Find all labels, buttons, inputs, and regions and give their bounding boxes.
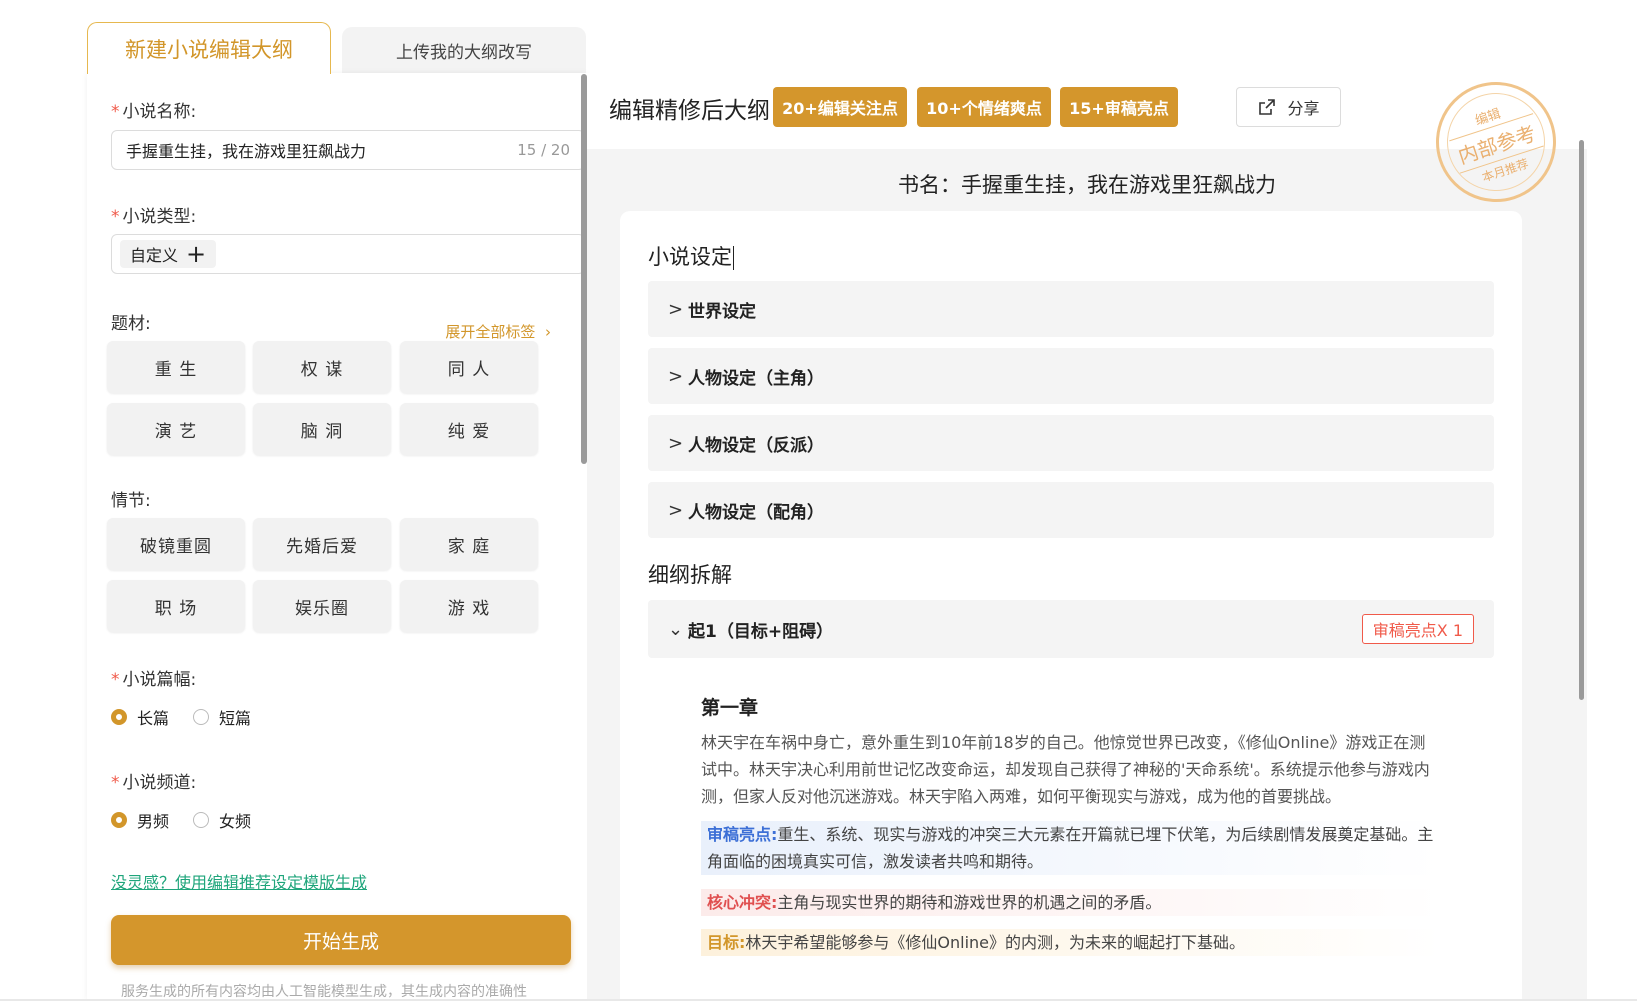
theme-tag[interactable]: 纯 爱 bbox=[400, 403, 538, 455]
custom-type-chip[interactable]: 自定义 + bbox=[120, 240, 217, 268]
plot-tag[interactable]: 娱乐圈 bbox=[253, 580, 391, 632]
radio-label: 短篇 bbox=[219, 709, 252, 728]
accordion-label: 起1（目标+阻碍） bbox=[688, 621, 834, 642]
channel-label: * 小说频道: bbox=[111, 773, 197, 793]
share-label: 分享 bbox=[1287, 99, 1320, 118]
radio-male[interactable]: 男频 bbox=[111, 808, 169, 832]
accordion-label: 世界设定 bbox=[688, 301, 756, 322]
radio-dot bbox=[111, 709, 127, 725]
chevron-right-icon: > bbox=[668, 499, 684, 521]
radio-label: 长篇 bbox=[137, 709, 170, 728]
highlight-text: 重生、系统、现实与游戏的冲突三大元素在开篇就已埋下伏笔，为后续剧情发展奠定基础。… bbox=[707, 825, 1434, 871]
accordion-label: 人物设定（配角） bbox=[688, 502, 824, 523]
generate-button[interactable]: 开始生成 bbox=[111, 915, 571, 965]
tab-new-outline[interactable]: 新建小说编辑大纲 bbox=[87, 22, 331, 80]
expand-all-tags-link[interactable]: 展开全部标签 › bbox=[445, 321, 551, 342]
settings-heading: 小说设定 bbox=[648, 245, 734, 270]
template-suggest-link[interactable]: 没灵感？使用编辑推荐设定模版生成 bbox=[111, 869, 367, 893]
accordion-world[interactable]: > 世界设定 bbox=[648, 281, 1494, 337]
theme-label: 题材: bbox=[111, 314, 151, 334]
chevron-right-icon: > bbox=[668, 432, 684, 454]
accordion-protagonist[interactable]: > 人物设定（主角） bbox=[648, 348, 1494, 404]
accordion-section-1[interactable]: ⌄ 起1（目标+阻碍） 审稿亮点X 1 bbox=[648, 600, 1494, 658]
radio-long[interactable]: 长篇 bbox=[111, 705, 169, 729]
badge-editor-focus: 20+编辑关注点 bbox=[773, 87, 907, 127]
share-button[interactable]: 分享 bbox=[1236, 87, 1341, 127]
review-highlight-tag: 审稿亮点X 1 bbox=[1361, 614, 1474, 644]
chevron-down-icon: ⌄ bbox=[668, 618, 684, 640]
accordion-label: 人物设定（主角） bbox=[688, 368, 824, 389]
tab-upload-outline[interactable]: 上传我的大纲改写 bbox=[342, 27, 586, 74]
chapter-title: 第一章 bbox=[701, 697, 759, 719]
novel-name-input[interactable]: 手握重生挂，我在游戏里狂飙战力 15 / 20 bbox=[111, 130, 585, 170]
plot-tag[interactable]: 家 庭 bbox=[400, 518, 538, 570]
theme-tag[interactable]: 同 人 bbox=[400, 341, 538, 393]
left-form-panel: * 小说名称: 手握重生挂，我在游戏里狂飙战力 15 / 20 * 小说类型: 自定… bbox=[87, 73, 587, 1001]
theme-tag[interactable]: 脑 洞 bbox=[253, 403, 391, 455]
badge-review: 15+审稿亮点 bbox=[1060, 87, 1178, 127]
accordion-villain[interactable]: > 人物设定（反派） bbox=[648, 415, 1494, 471]
chevron-right-icon: > bbox=[668, 298, 684, 320]
chevron-right-icon: › bbox=[540, 323, 551, 341]
theme-tag[interactable]: 权 谋 bbox=[253, 341, 391, 393]
highlight-block: 审稿亮点:重生、系统、现实与游戏的冲突三大元素在开篇就已埋下伏笔，为后续剧情发展… bbox=[701, 821, 1441, 875]
theme-tag[interactable]: 重 生 bbox=[107, 341, 245, 393]
goal-text: 林天宇希望能够参与《修仙Online》的内测，为未来的崛起打下基础。 bbox=[745, 933, 1246, 952]
disclaimer-text: 服务生成的所有内容均由人工智能模型生成，其生成内容的准确性 bbox=[121, 984, 527, 1000]
conflict-block: 核心冲突:主角与现实世界的期待和游戏世界的机遇之间的矛盾。 bbox=[701, 889, 1441, 916]
novel-name-label: * 小说名称: bbox=[111, 102, 197, 122]
breakdown-heading: 细纲拆解 bbox=[648, 563, 732, 587]
radio-label: 女频 bbox=[219, 812, 252, 831]
share-icon bbox=[1259, 99, 1276, 115]
radio-female[interactable]: 女频 bbox=[193, 808, 251, 832]
right-scrollbar[interactable] bbox=[1579, 140, 1584, 700]
radio-short[interactable]: 短篇 bbox=[193, 705, 251, 729]
radio-label: 男频 bbox=[137, 812, 170, 831]
form-footer: 没灵感？使用编辑推荐设定模版生成 开始生成 服务生成的所有内容均由人工智能模型生… bbox=[87, 855, 587, 1001]
conflict-text: 主角与现实世界的期待和游戏世界的机遇之间的矛盾。 bbox=[777, 893, 1162, 912]
radio-dot bbox=[193, 812, 209, 828]
plot-label: 情节: bbox=[111, 491, 151, 511]
book-title: 书名：手握重生挂，我在游戏里狂飙战力 bbox=[898, 173, 1276, 197]
plot-tag[interactable]: 游 戏 bbox=[400, 580, 538, 632]
char-count: 15 / 20 bbox=[517, 141, 570, 159]
novel-name-value: 手握重生挂，我在游戏里狂飙战力 bbox=[126, 142, 367, 161]
length-label: * 小说篇幅: bbox=[111, 670, 197, 690]
plus-icon[interactable]: + bbox=[186, 242, 206, 266]
plot-tag[interactable]: 职 场 bbox=[107, 580, 245, 632]
right-outline-panel: 编辑精修后大纲 20+编辑关注点 10+个情绪爽点 15+审稿亮点 分享 书名：… bbox=[587, 73, 1587, 1001]
plot-tag[interactable]: 破镜重圆 bbox=[107, 518, 245, 570]
badge-emotion: 10+个情绪爽点 bbox=[917, 87, 1051, 127]
plot-tag[interactable]: 先婚后爱 bbox=[253, 518, 391, 570]
accordion-supporting[interactable]: > 人物设定（配角） bbox=[648, 482, 1494, 538]
chapter-text: 林天宇在车祸中身亡，意外重生到10年前18岁的自己。他惊觉世界已改变，《修仙On… bbox=[701, 733, 1430, 806]
novel-type-label: * 小说类型: bbox=[111, 207, 197, 227]
radio-dot bbox=[193, 709, 209, 725]
custom-type-label: 自定义 bbox=[130, 246, 179, 265]
accordion-label: 人物设定（反派） bbox=[688, 435, 824, 456]
highlight-label: 审稿亮点: bbox=[707, 825, 778, 844]
text-cursor bbox=[733, 246, 734, 270]
theme-tag[interactable]: 演 艺 bbox=[107, 403, 245, 455]
goal-block: 目标:林天宇希望能够参与《修仙Online》的内测，为未来的崛起打下基础。 bbox=[701, 929, 1441, 956]
radio-dot bbox=[111, 812, 127, 828]
goal-label: 目标: bbox=[707, 933, 746, 952]
outline-title: 编辑精修后大纲 bbox=[609, 98, 770, 124]
conflict-label: 核心冲突: bbox=[707, 893, 778, 912]
chevron-right-icon: > bbox=[668, 365, 684, 387]
novel-type-input[interactable]: 自定义 + bbox=[111, 234, 585, 274]
outline-card: 小说设定 > 世界设定 > 人物设定（主角） > 人物设定（反派） > 人物设定（配角）… bbox=[620, 211, 1522, 1001]
